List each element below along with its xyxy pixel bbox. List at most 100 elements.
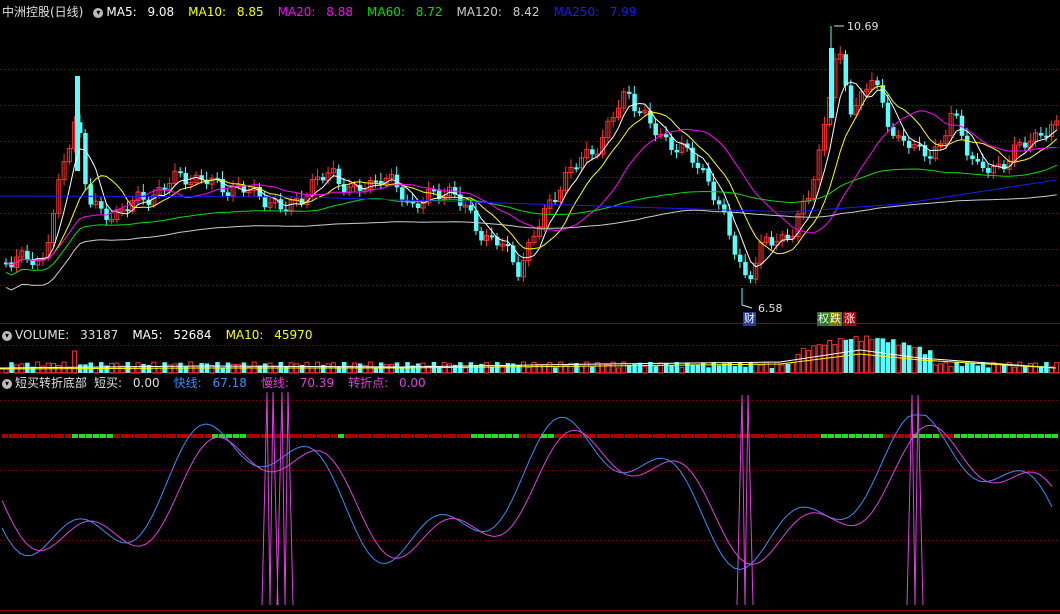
limit-up-tag[interactable]: 涨 bbox=[843, 312, 856, 326]
volume-bar-down bbox=[88, 362, 93, 373]
collapse-icon[interactable]: ▾ bbox=[93, 7, 104, 18]
collapse-icon[interactable]: ▾ bbox=[2, 378, 12, 389]
candle-down bbox=[479, 231, 484, 241]
signal-bar bbox=[1017, 434, 1023, 438]
signal-bar bbox=[485, 434, 491, 438]
candle-down bbox=[669, 137, 674, 150]
volume-bar-up bbox=[996, 363, 1002, 374]
signal-bar bbox=[751, 434, 757, 438]
volume-bar-up bbox=[72, 350, 78, 374]
volume-bar-up bbox=[151, 361, 157, 374]
candle-down bbox=[378, 180, 384, 184]
volume-bar-down bbox=[785, 363, 790, 373]
signal-bar bbox=[527, 434, 533, 438]
high-price-label: 10.69 bbox=[847, 20, 879, 33]
volume-bar-up bbox=[1017, 361, 1023, 374]
slow-line bbox=[1, 424, 1053, 566]
signal-bar bbox=[422, 434, 428, 438]
finance-tag[interactable]: 财 bbox=[743, 312, 756, 326]
turn-point-spike bbox=[906, 394, 924, 606]
indicator-header: ▾ 短买转折底部 短买: 0.00 快线: 67.18 慢线: 70.39 转折点: 0.… bbox=[0, 375, 440, 391]
volume-bar-down bbox=[690, 364, 695, 373]
candle-down bbox=[695, 162, 701, 169]
signal-bar bbox=[709, 434, 715, 438]
candle-down bbox=[727, 212, 732, 236]
signal-bar bbox=[506, 434, 512, 438]
volume-bar-up bbox=[779, 364, 785, 374]
signal-bar bbox=[611, 434, 617, 438]
signal-bar bbox=[492, 434, 498, 438]
signal-bar bbox=[58, 434, 64, 438]
signal-bar bbox=[814, 434, 820, 438]
volume-bar-up bbox=[600, 363, 606, 374]
signal-bar bbox=[716, 434, 722, 438]
candle-down bbox=[906, 140, 912, 148]
low-price-pointer bbox=[741, 304, 753, 309]
signal-bar bbox=[681, 434, 687, 438]
candle-down bbox=[748, 275, 753, 280]
signal-bar bbox=[632, 434, 638, 438]
signal-bar bbox=[366, 434, 372, 438]
candle-down bbox=[653, 123, 658, 136]
volume-bar-up bbox=[943, 362, 949, 374]
candle-down bbox=[737, 254, 743, 262]
signal-bar bbox=[1031, 434, 1037, 438]
candle-down bbox=[716, 200, 722, 205]
volume-bar-up bbox=[911, 347, 917, 374]
volume-bar-down bbox=[848, 339, 854, 373]
signal-bar bbox=[149, 434, 155, 438]
signal-bar bbox=[247, 434, 253, 438]
volume-bar-down bbox=[700, 362, 706, 373]
volume-bar-up bbox=[547, 361, 553, 374]
signal-bar bbox=[457, 434, 463, 438]
signal-bar bbox=[310, 434, 316, 438]
signal-bar bbox=[191, 434, 197, 438]
candle-down bbox=[848, 85, 854, 115]
volume-bar-down bbox=[1001, 364, 1007, 373]
volume-bar-up bbox=[483, 362, 489, 374]
signal-bar bbox=[471, 434, 477, 438]
signal-bar bbox=[2, 434, 8, 438]
candle-down bbox=[415, 203, 421, 209]
signal-bar bbox=[401, 434, 407, 438]
volume-bar-up bbox=[932, 364, 938, 374]
candle-down bbox=[928, 156, 933, 159]
stock-chart-canvas[interactable] bbox=[0, 0, 1060, 614]
volume-bar-up bbox=[383, 363, 389, 374]
volume-bar-up bbox=[209, 364, 215, 374]
candle-down bbox=[664, 134, 669, 138]
signal-bar bbox=[65, 434, 71, 438]
candle-down bbox=[627, 91, 632, 94]
limit-down-tag[interactable]: 跌 bbox=[829, 312, 842, 326]
candle-down bbox=[183, 172, 189, 185]
ma60-legend: MA60: 8.72 bbox=[367, 5, 443, 19]
signal-bar bbox=[233, 434, 239, 438]
candle-down bbox=[732, 235, 738, 255]
candle-down bbox=[1023, 142, 1028, 148]
signal-bar bbox=[352, 434, 358, 438]
candle-down bbox=[125, 209, 130, 212]
volume-ma10-legend: MA10: 45970 bbox=[225, 328, 313, 342]
collapse-icon[interactable]: ▾ bbox=[2, 330, 12, 341]
signal-bar bbox=[688, 434, 694, 438]
signal-bar bbox=[170, 434, 176, 438]
volume-bar-down bbox=[695, 364, 701, 373]
volume-bar-up bbox=[758, 364, 764, 374]
signal-bar bbox=[121, 434, 127, 438]
candle-down bbox=[711, 181, 717, 201]
volume-bar-down bbox=[669, 365, 674, 373]
signal-bar bbox=[1010, 434, 1016, 438]
signal-bar bbox=[205, 434, 211, 438]
candle-down bbox=[700, 168, 706, 171]
volume-bar-up bbox=[753, 363, 759, 374]
signal-bar bbox=[359, 434, 365, 438]
signal-bar bbox=[779, 434, 785, 438]
signal-bar bbox=[576, 434, 582, 438]
candle-down bbox=[553, 199, 558, 202]
volume-bar-up bbox=[51, 362, 57, 374]
signal-bar bbox=[835, 434, 841, 438]
signal-bar bbox=[464, 434, 470, 438]
candle-down bbox=[637, 111, 643, 114]
candle-down bbox=[473, 210, 479, 232]
signal-bar bbox=[702, 434, 708, 438]
